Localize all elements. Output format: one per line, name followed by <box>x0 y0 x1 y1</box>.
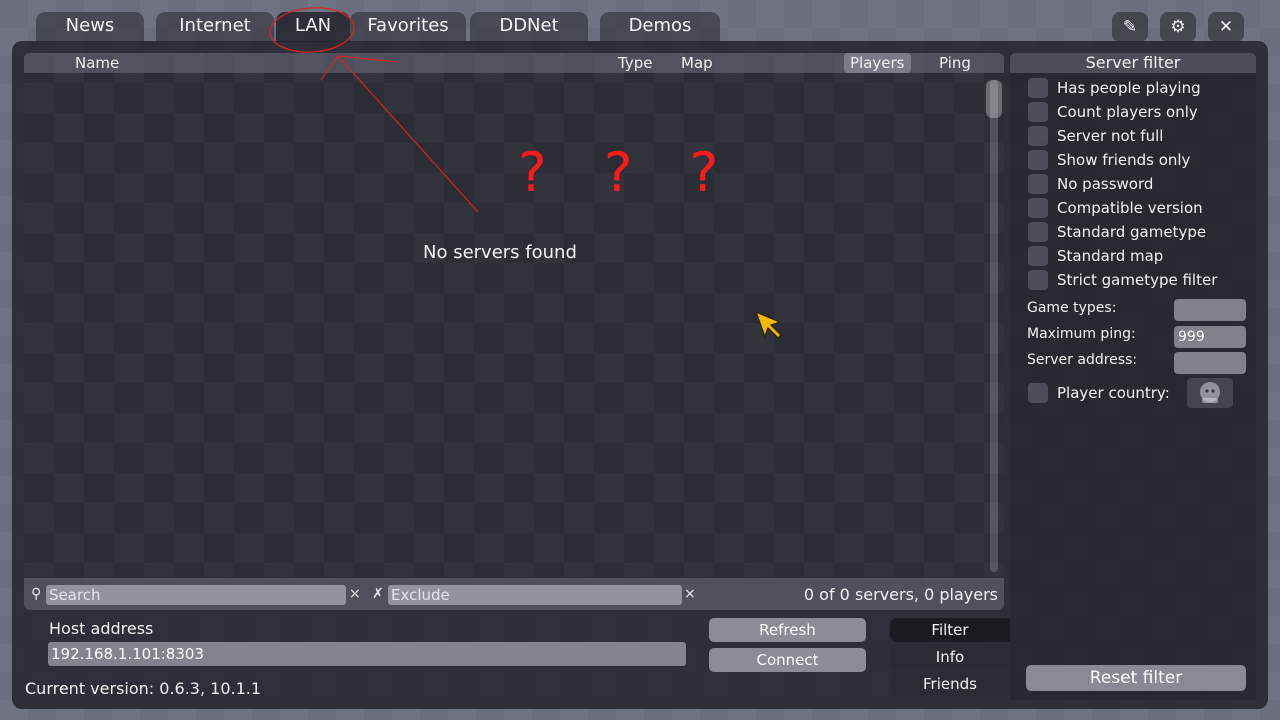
empty-message: No servers found <box>423 242 577 263</box>
checkbox-label: Strict gametype filter <box>1057 271 1218 289</box>
column-type[interactable]: Type <box>618 53 652 73</box>
checkbox-label: Player country: <box>1057 384 1170 402</box>
column-players[interactable]: Players <box>844 53 911 73</box>
tab-internet[interactable]: Internet <box>156 12 274 42</box>
checkbox[interactable] <box>1028 198 1048 218</box>
checkbox-label: Compatible version <box>1057 199 1203 217</box>
checkbox-label: Count players only <box>1057 103 1198 121</box>
server-address-input[interactable] <box>1174 352 1246 374</box>
checkbox-label: Standard gametype <box>1057 223 1207 241</box>
server-count: 0 of 0 servers, 0 players <box>803 585 998 604</box>
reset-filter-button[interactable]: Reset filter <box>1026 665 1246 691</box>
checkbox-label: Has people playing <box>1057 79 1201 97</box>
checkbox[interactable] <box>1028 150 1048 170</box>
checkbox[interactable] <box>1028 270 1048 290</box>
refresh-button[interactable]: Refresh <box>709 618 866 642</box>
checkbox[interactable] <box>1028 383 1048 403</box>
checkbox-label: No password <box>1057 175 1154 193</box>
search-input[interactable] <box>46 585 346 605</box>
checkbox[interactable] <box>1028 246 1048 266</box>
tab-news[interactable]: News <box>36 12 144 42</box>
exclude-input[interactable] <box>388 585 682 605</box>
tab-ddnet[interactable]: DDNet <box>470 12 588 42</box>
game-types-input[interactable] <box>1174 299 1246 321</box>
connect-button[interactable]: Connect <box>709 648 866 672</box>
clear-search-icon[interactable]: × <box>349 586 361 602</box>
checkbox[interactable] <box>1028 174 1048 194</box>
side-tab-info[interactable]: Info <box>890 645 1010 669</box>
tab-lan[interactable]: LAN <box>276 12 350 42</box>
checkbox-label: Standard map <box>1057 247 1164 265</box>
side-tab-friends[interactable]: Friends <box>890 672 1010 696</box>
default-flag-icon <box>1200 382 1220 403</box>
mouse-cursor-icon <box>755 311 782 339</box>
server-address-label: Server address: <box>1027 352 1138 368</box>
max-ping-label: Maximum ping: <box>1027 326 1136 342</box>
checkbox[interactable] <box>1028 102 1048 122</box>
annotation-question-marks: ? ? ? <box>518 141 739 204</box>
exclude-icon: ✗ <box>372 586 384 602</box>
checkbox[interactable] <box>1028 126 1048 146</box>
side-tab-filter[interactable]: Filter <box>890 618 1010 642</box>
checkbox[interactable] <box>1028 78 1048 98</box>
search-icon: ⚲ <box>31 586 42 602</box>
server-list[interactable] <box>24 53 1004 577</box>
edit-icon[interactable]: ✎ <box>1112 12 1148 42</box>
list-scrollbar[interactable] <box>990 80 998 572</box>
column-ping[interactable]: Ping <box>939 53 971 73</box>
game-types-label: Game types: <box>1027 300 1117 316</box>
list-scrollbar-thumb[interactable] <box>986 80 1002 118</box>
clear-exclude-icon[interactable]: × <box>684 586 696 602</box>
version-text: Current version: 0.6.3, 10.1.1 <box>25 679 262 698</box>
checkbox-label: Server not full <box>1057 127 1164 145</box>
tab-favorites[interactable]: Favorites <box>350 12 466 42</box>
checkbox-label: Show friends only <box>1057 151 1191 169</box>
settings-icon[interactable]: ⚙ <box>1160 12 1196 42</box>
host-address-input[interactable] <box>48 642 686 666</box>
max-ping-input[interactable]: 999 <box>1174 326 1246 348</box>
tab-demos[interactable]: Demos <box>600 12 720 42</box>
country-flag-selector[interactable] <box>1187 378 1233 408</box>
close-icon[interactable]: ✕ <box>1208 12 1244 42</box>
column-name[interactable]: Name <box>75 53 119 73</box>
filter-title: Server filter <box>1010 53 1256 73</box>
column-map[interactable]: Map <box>681 53 713 73</box>
checkbox[interactable] <box>1028 222 1048 242</box>
host-address-label: Host address <box>49 619 154 638</box>
